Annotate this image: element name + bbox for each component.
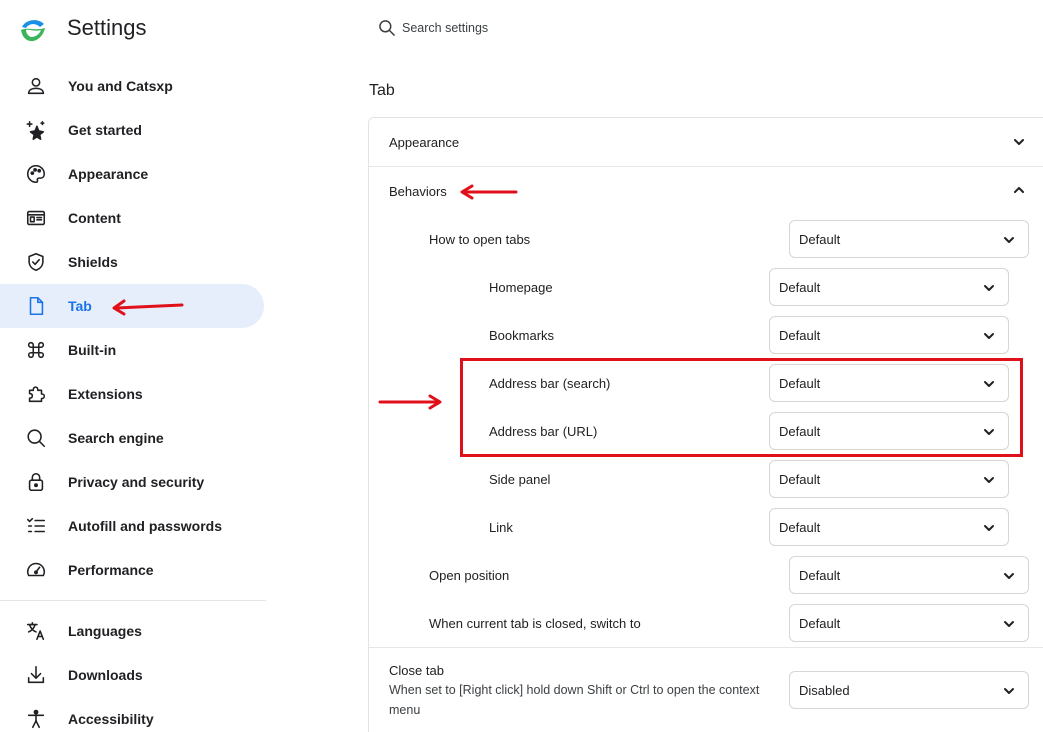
shield-icon — [24, 250, 48, 274]
sidebar-item-get-started[interactable]: Get started — [0, 108, 264, 152]
sidebar: Settings You and Catsxp Get started Appe… — [0, 0, 268, 732]
how-to-open-tabs-select[interactable]: Default — [789, 220, 1029, 258]
download-icon — [24, 663, 48, 687]
bookmarks-select[interactable]: Default — [769, 316, 1009, 354]
annotation-arrow-tab — [112, 299, 184, 316]
annotation-highlight-box — [460, 358, 1023, 457]
puzzle-icon — [24, 382, 48, 406]
lock-icon — [24, 470, 48, 494]
side-panel-label: Side panel — [489, 472, 551, 487]
sidebar-item-label: Get started — [68, 122, 142, 138]
switch-on-close-select[interactable]: Default — [789, 604, 1029, 642]
search-icon — [24, 426, 48, 450]
bookmarks-label: Bookmarks — [489, 328, 555, 343]
select-value: Default — [779, 279, 821, 295]
link-select[interactable]: Default — [769, 508, 1009, 546]
sidebar-item-label: Appearance — [68, 166, 149, 182]
document-icon — [24, 294, 48, 318]
behaviors-label: Behaviors — [389, 184, 447, 199]
sidebar-item-label: Content — [68, 210, 121, 226]
select-value: Default — [799, 615, 841, 631]
open-position-label: Open position — [429, 568, 510, 583]
chevron-down-icon — [982, 473, 996, 487]
person-icon — [24, 74, 48, 98]
sidebar-item-appearance[interactable]: Appearance — [0, 152, 264, 196]
divider — [368, 166, 1043, 167]
homepage-select[interactable]: Default — [769, 268, 1009, 306]
search-settings[interactable]: Search settings — [377, 16, 488, 40]
divider — [368, 647, 1043, 648]
select-value: Default — [799, 231, 841, 247]
sidebar-item-label: Performance — [68, 562, 154, 578]
search-icon — [379, 20, 395, 36]
link-label: Link — [489, 520, 513, 535]
chevron-down-icon — [982, 329, 996, 343]
app-title: Settings — [67, 15, 147, 40]
catsxp-logo-icon — [21, 20, 45, 42]
chevron-down-icon — [1002, 684, 1016, 698]
content-icon — [24, 206, 48, 230]
sidebar-item-shields[interactable]: Shields — [0, 240, 264, 284]
speedometer-icon — [24, 558, 48, 582]
sidebar-item-label: Tab — [68, 298, 92, 314]
chevron-down-icon — [1002, 569, 1016, 583]
sidebar-item-label: Downloads — [68, 667, 143, 683]
sidebar-item-label: Shields — [68, 254, 118, 270]
sidebar-item-downloads[interactable]: Downloads — [0, 653, 264, 697]
sidebar-item-extensions[interactable]: Extensions — [0, 372, 264, 416]
chevron-down-icon — [982, 281, 996, 295]
sidebar-item-accessibility[interactable]: Accessibility — [0, 697, 264, 732]
annotation-arrow-behaviors — [460, 184, 518, 200]
close-tab-select[interactable]: Disabled — [789, 671, 1029, 709]
sidebar-item-autofill-and-passwords[interactable]: Autofill and passwords — [0, 504, 264, 548]
chevron-down-icon — [1002, 617, 1016, 631]
select-value: Default — [779, 327, 821, 343]
sidebar-item-privacy-and-security[interactable]: Privacy and security — [0, 460, 264, 504]
cloverleaf-icon — [24, 338, 48, 362]
switch-on-close-label: When current tab is closed, switch to — [429, 616, 641, 631]
close-tab-label: Close tab — [389, 663, 444, 678]
chevron-down-icon — [1002, 233, 1016, 247]
sidebar-item-search-engine[interactable]: Search engine — [0, 416, 264, 460]
sidebar-item-label: Built-in — [68, 342, 117, 358]
sidebar-item-content[interactable]: Content — [0, 196, 264, 240]
annotation-arrow-address-bar — [378, 394, 442, 410]
select-value: Disabled — [799, 682, 850, 698]
sidebar-item-label: You and Catsxp — [68, 78, 173, 94]
sidebar-item-label: Languages — [68, 623, 142, 639]
close-tab-description: When set to [Right click] hold down Shif… — [389, 683, 760, 717]
search-placeholder: Search settings — [402, 21, 489, 35]
sidebar-item-languages[interactable]: Languages — [0, 609, 264, 653]
sidebar-divider — [0, 600, 266, 601]
brand: Settings — [18, 12, 147, 48]
select-value: Default — [799, 567, 841, 583]
sidebar-item-label: Extensions — [68, 386, 143, 402]
homepage-label: Homepage — [489, 280, 553, 295]
chevron-down-icon[interactable] — [1012, 135, 1026, 149]
checklist-icon — [24, 514, 48, 538]
translate-icon — [24, 619, 48, 643]
select-value: Default — [779, 471, 821, 487]
sidebar-item-label: Autofill and passwords — [68, 518, 223, 534]
accessibility-icon — [24, 707, 48, 731]
palette-icon — [24, 162, 48, 186]
appearance-label: Appearance — [389, 135, 460, 150]
sidebar-item-you-and-catsxp[interactable]: You and Catsxp — [0, 64, 264, 108]
sidebar-item-built-in[interactable]: Built-in — [0, 328, 264, 372]
sidebar-item-label: Accessibility — [68, 711, 154, 727]
chevron-down-icon — [982, 521, 996, 535]
open-position-select[interactable]: Default — [789, 556, 1029, 594]
sidebar-item-label: Privacy and security — [68, 474, 205, 490]
sparkle-star-icon — [24, 118, 48, 142]
sidebar-item-performance[interactable]: Performance — [0, 548, 264, 592]
page-title: Tab — [369, 82, 395, 99]
side-panel-select[interactable]: Default — [769, 460, 1009, 498]
how-to-open-tabs-label: How to open tabs — [429, 232, 531, 247]
sidebar-item-label: Search engine — [68, 430, 164, 446]
select-value: Default — [779, 519, 821, 535]
chevron-up-icon[interactable] — [1012, 183, 1026, 197]
